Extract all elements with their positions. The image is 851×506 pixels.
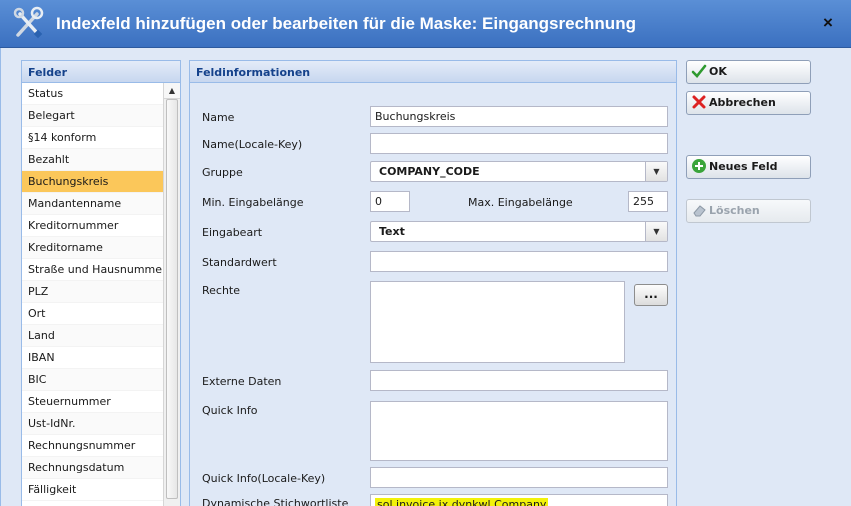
externe-daten-field[interactable] (370, 370, 668, 391)
standardwert-field[interactable] (370, 251, 668, 272)
chevron-down-icon[interactable]: ▼ (645, 222, 667, 241)
min-length-label: Min. Eingabelänge (202, 196, 304, 209)
cancel-button[interactable]: Abbrechen (686, 91, 811, 115)
felder-list-item[interactable]: BIC (22, 369, 164, 391)
felder-list-item[interactable]: Rechnungsnummer (22, 435, 164, 457)
standardwert-label: Standardwert (202, 256, 277, 269)
feldinformationen-panel: Feldinformationen Name Buchungskreis Nam… (189, 60, 677, 506)
dialog-titlebar: Indexfeld hinzufügen oder bearbeiten für… (0, 0, 851, 48)
eingabeart-value: Text (379, 225, 405, 238)
cancel-x-icon (692, 95, 706, 109)
felder-list-item[interactable]: Rechnungsdatum (22, 457, 164, 479)
rechte-label: Rechte (202, 284, 241, 297)
locale-key-label: Name(Locale-Key) (202, 138, 303, 151)
new-field-label: Neues Feld (709, 160, 778, 173)
felder-list-item[interactable]: Kreditorname (22, 237, 164, 259)
quick-info-locale-field[interactable] (370, 467, 668, 488)
gruppe-select[interactable]: COMPANY_CODE ▼ (370, 161, 668, 182)
felder-list-item[interactable]: Straße und Hausnummer (22, 259, 164, 281)
dialog-title: Indexfeld hinzufügen oder bearbeiten für… (56, 14, 636, 33)
felder-list-item[interactable]: Steuernummer (22, 391, 164, 413)
delete-button[interactable]: Löschen (686, 199, 811, 223)
eraser-icon (693, 205, 706, 217)
externe-daten-label: Externe Daten (202, 375, 282, 388)
felder-list-item[interactable]: Bezahlt (22, 149, 164, 171)
felder-list-item[interactable]: Mandantenname (22, 193, 164, 215)
max-length-label: Max. Eingabelänge (468, 196, 573, 209)
quick-info-field[interactable] (370, 401, 668, 461)
max-length-field[interactable]: 255 (628, 191, 668, 212)
checkmark-icon (691, 64, 707, 78)
felder-list-item[interactable]: Belegart (22, 105, 164, 127)
quick-info-locale-label: Quick Info(Locale-Key) (202, 472, 326, 485)
felder-list-item[interactable]: Buchungskreis (22, 171, 164, 193)
felder-list-item[interactable]: Kreditornummer (22, 215, 164, 237)
cancel-label: Abbrechen (709, 96, 776, 109)
felder-list-item[interactable]: PLZ (22, 281, 164, 303)
rechte-field[interactable] (370, 281, 625, 363)
felder-list-item[interactable]: Ust-IdNr. (22, 413, 164, 435)
felder-header: Felder (22, 61, 180, 83)
gruppe-value: COMPANY_CODE (379, 165, 480, 178)
name-field[interactable]: Buchungskreis (370, 106, 668, 127)
close-icon[interactable]: × (819, 13, 837, 33)
gruppe-label: Gruppe (202, 166, 243, 179)
feldinformationen-header: Feldinformationen (190, 61, 676, 83)
rechte-browse-button[interactable]: ... (634, 284, 668, 306)
new-field-button[interactable]: Neues Feld (686, 155, 811, 179)
ok-label: OK (709, 65, 727, 78)
name-label: Name (202, 111, 235, 124)
scroll-up-icon[interactable]: ▲ (164, 83, 180, 99)
eingabeart-label: Eingabeart (202, 226, 263, 239)
felder-list-item[interactable]: §14 konform (22, 127, 164, 149)
quick-info-label: Quick Info (202, 404, 258, 417)
min-length-field[interactable]: 0 (370, 191, 410, 212)
felder-list-item[interactable]: Ort (22, 303, 164, 325)
felder-list-item[interactable]: Status (22, 83, 164, 105)
scroll-thumb[interactable] (166, 99, 178, 499)
chevron-down-icon[interactable]: ▼ (645, 162, 667, 181)
plus-circle-icon (692, 159, 706, 173)
dyn-stichwortliste-field[interactable]: sol.invoice.ix.dynkwl.Company (370, 494, 668, 506)
dyn-stichwortliste-value: sol.invoice.ix.dynkwl.Company (375, 498, 549, 506)
tools-icon (13, 6, 44, 39)
locale-key-field[interactable] (370, 133, 668, 154)
ok-button[interactable]: OK (686, 60, 811, 84)
felder-list-item[interactable]: Fälligkeit (22, 479, 164, 501)
felder-scrollbar[interactable]: ▲ (163, 83, 180, 506)
dyn-stichwortliste-label: Dynamische Stichwortliste (202, 497, 349, 506)
felder-panel: Felder Status Belegart §14 konform Bezahlt B… (21, 60, 181, 506)
eingabeart-select[interactable]: Text ▼ (370, 221, 668, 242)
felder-list-item[interactable]: Land (22, 325, 164, 347)
delete-label: Löschen (709, 204, 760, 217)
felder-list: Status Belegart §14 konform Bezahlt Buchungs… (22, 83, 164, 501)
felder-list-item[interactable]: IBAN (22, 347, 164, 369)
dialog-body: Felder Status Belegart §14 konform Bezahlt B… (0, 48, 851, 506)
